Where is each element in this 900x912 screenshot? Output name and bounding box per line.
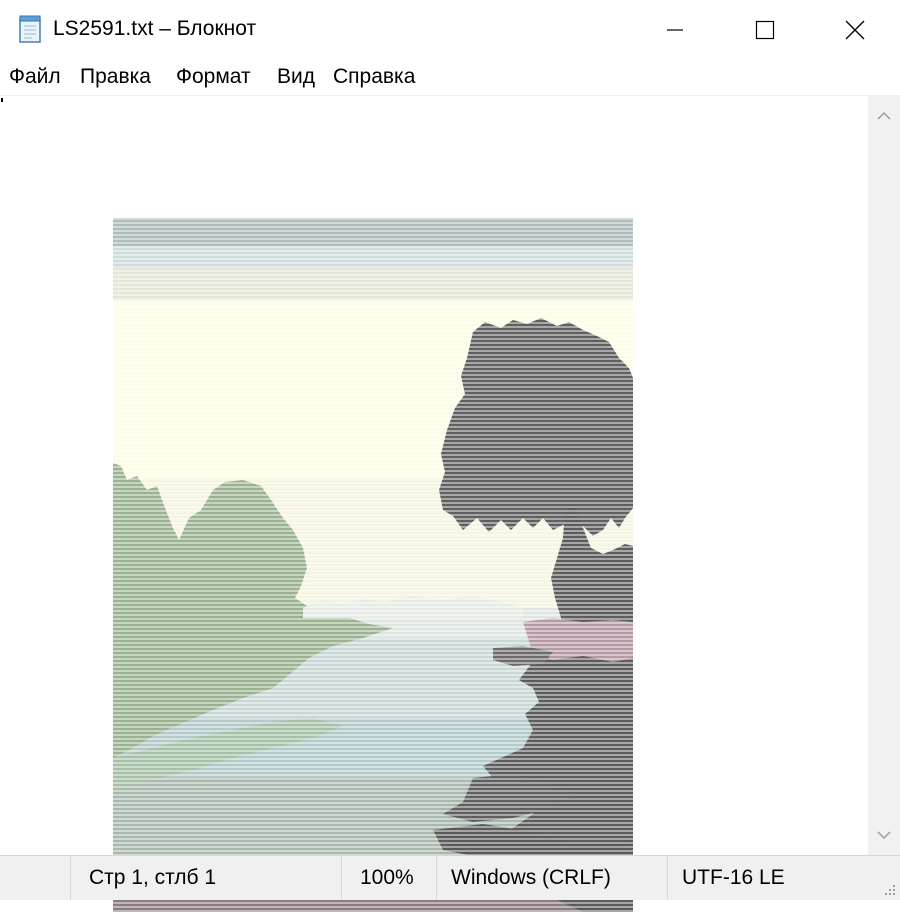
chevron-down-icon <box>877 831 891 840</box>
vertical-scrollbar[interactable] <box>868 95 900 855</box>
window-title: LS2591.txt – Блокнот <box>53 17 257 40</box>
close-button[interactable] <box>810 0 900 60</box>
cursor-position: Стр 1, стлб 1 <box>70 856 342 900</box>
menu-view[interactable]: Вид <box>277 65 315 89</box>
zoom-level: 100% <box>341 856 437 900</box>
chevron-up-icon <box>877 111 891 120</box>
ascii-art-landscape <box>113 218 633 912</box>
resize-grip-icon[interactable] <box>881 881 897 897</box>
minimize-button[interactable] <box>630 0 720 60</box>
menu-format[interactable]: Формат <box>176 65 251 89</box>
encoding: UTF-16 LE <box>667 856 900 900</box>
close-icon <box>845 20 865 40</box>
scroll-up-button[interactable] <box>868 99 900 131</box>
text-editor[interactable] <box>0 95 868 912</box>
notepad-icon <box>19 15 41 43</box>
title-bar[interactable]: LS2591.txt – Блокнот <box>0 0 900 60</box>
status-bar: Стр 1, стлб 1 100% Windows (CRLF) UTF-16… <box>0 855 900 900</box>
scroll-down-button[interactable] <box>868 819 900 851</box>
menu-edit[interactable]: Правка <box>80 65 151 89</box>
line-ending: Windows (CRLF) <box>436 856 668 900</box>
menu-file[interactable]: Файл <box>9 65 61 89</box>
menu-help[interactable]: Справка <box>333 65 415 89</box>
maximize-button[interactable] <box>720 0 810 60</box>
minimize-icon <box>667 29 683 31</box>
menu-bar: Файл Правка Формат Вид Справка <box>0 60 900 94</box>
maximize-icon <box>755 20 775 40</box>
text-caret <box>1 98 3 102</box>
